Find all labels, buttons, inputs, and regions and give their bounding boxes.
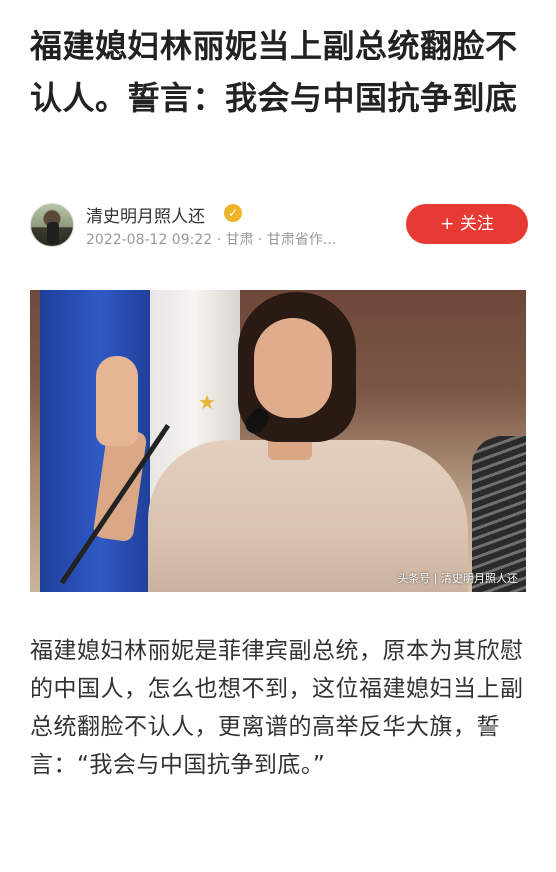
article-meta: 2022-08-12 09:22 · 甘肃 · 甘肃省作... bbox=[86, 232, 337, 248]
author-row: 清史明月照人还 ✓ 2022-08-12 09:22 · 甘肃 · 甘肃省作..… bbox=[30, 200, 530, 252]
author-avatar[interactable] bbox=[30, 203, 74, 247]
face bbox=[254, 318, 332, 418]
flag-star-icon: ★ bbox=[198, 390, 216, 414]
photo-watermark: 头条号 | 清史明月照人还 bbox=[397, 572, 518, 585]
article-title: 福建媳妇林丽妮当上副总统翻脸不认人。誓言：我会与中国抗争到底 bbox=[30, 27, 518, 117]
raised-hand bbox=[96, 356, 138, 446]
person-right-edge bbox=[472, 436, 526, 592]
article-photo[interactable]: ★ 头条号 | 清史明月照人还 bbox=[30, 290, 526, 592]
follow-button[interactable]: + 关注 bbox=[406, 204, 528, 244]
article-body: 福建媳妇林丽妮是菲律宾副总统，原本为其欣慰的中国人，怎么也想不到，这位福建媳妇当… bbox=[30, 638, 524, 778]
verified-badge-icon: ✓ bbox=[224, 204, 242, 222]
avatar-figure bbox=[47, 222, 59, 244]
author-name[interactable]: 清史明月照人还 bbox=[86, 202, 205, 227]
